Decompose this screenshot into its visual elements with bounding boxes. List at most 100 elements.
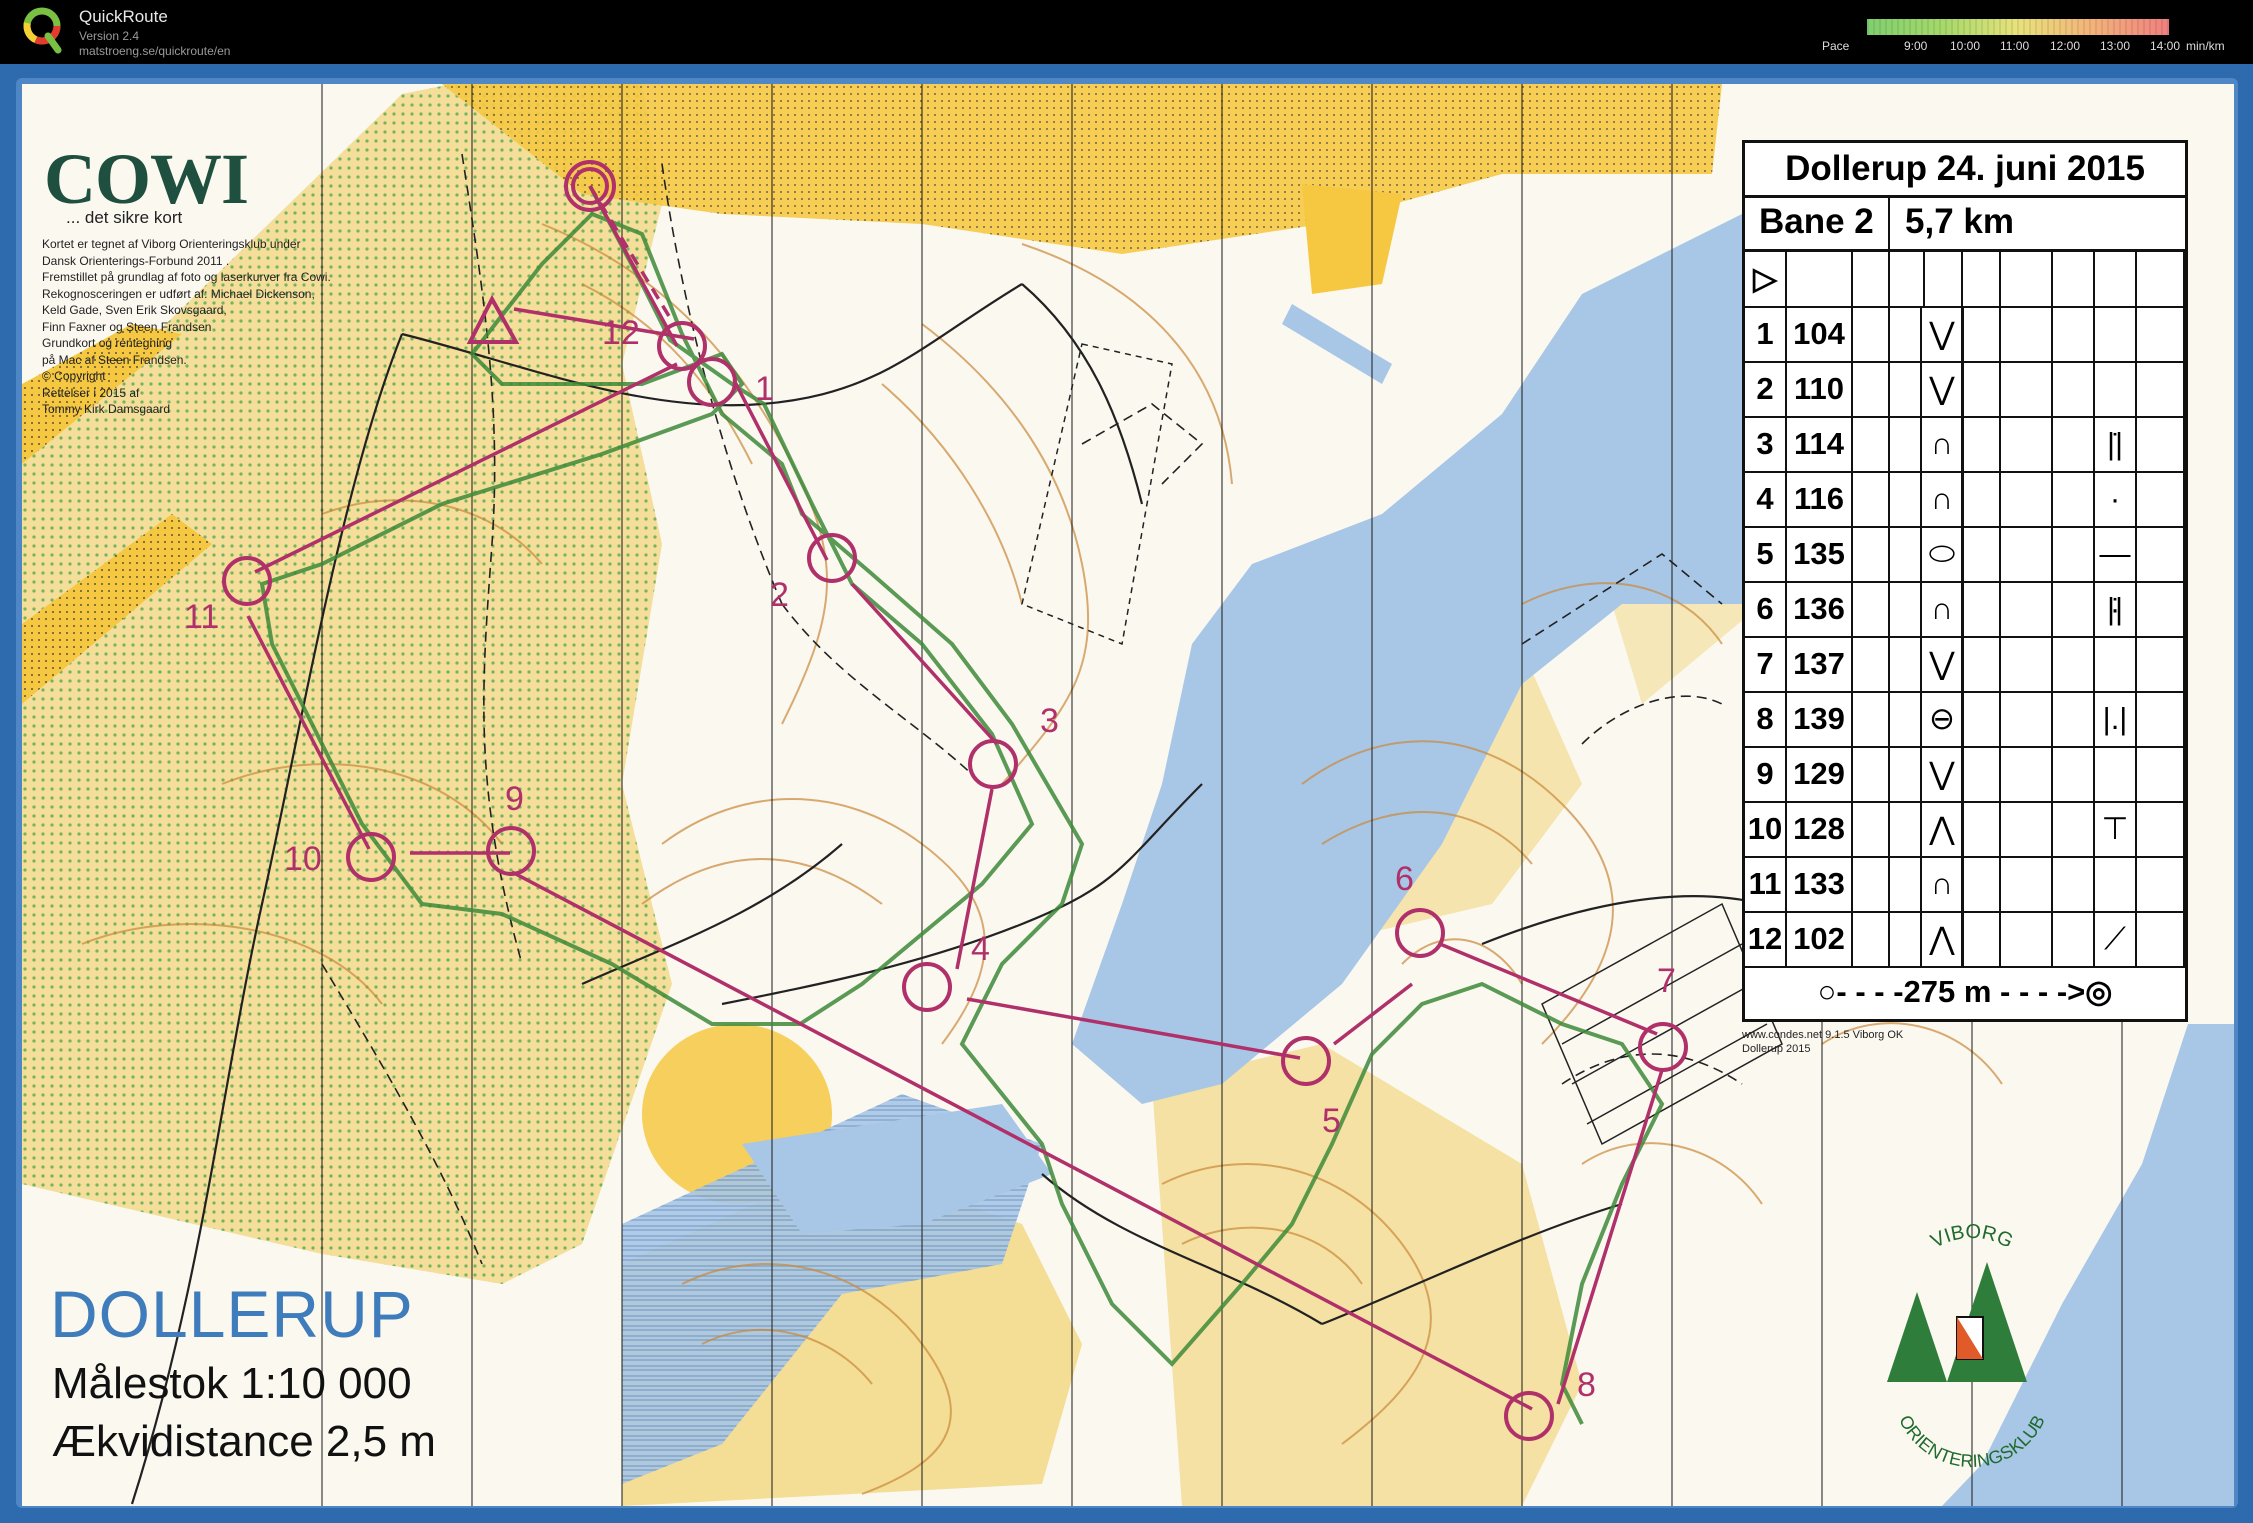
description-cell	[2053, 801, 2095, 856]
description-cell	[1925, 801, 1963, 856]
pace-tick: 9:00	[1904, 39, 1928, 53]
pace-scale-label: Pace	[1822, 39, 1850, 53]
description-cell	[2053, 691, 2095, 746]
control-code: 139	[1787, 691, 1853, 746]
description-cell	[1853, 471, 1890, 526]
description-cell	[1925, 636, 1963, 691]
control-order: 11	[1745, 856, 1787, 911]
detail-symbol-icon	[2095, 526, 2137, 581]
control-number: 4	[971, 930, 990, 968]
start-row: ▷	[1745, 251, 2185, 308]
description-cell	[2053, 251, 2095, 306]
pace-unit: min/km	[2186, 39, 2225, 53]
detail-symbol-icon: ·—·	[2095, 471, 2137, 626]
description-cell	[2001, 416, 2053, 471]
description-cell	[1925, 306, 1963, 361]
control-order: 3	[1745, 416, 1787, 471]
description-cell	[2053, 526, 2095, 581]
control-number: 12	[602, 314, 640, 352]
description-cell	[2137, 306, 2185, 361]
detail-symbol-icon	[2095, 306, 2137, 361]
description-cell	[1853, 801, 1890, 856]
description-cell	[1853, 856, 1890, 911]
description-cell	[1925, 416, 1963, 471]
description-cell	[2137, 361, 2185, 416]
pace-tick: 13:00	[2100, 39, 2131, 53]
pace-tick: 12:00	[2050, 39, 2081, 53]
control-code: 128	[1787, 801, 1853, 856]
description-cell	[2137, 471, 2185, 526]
control-row: 8 139 ⊖ |.|	[1745, 691, 2185, 748]
description-cell	[2053, 636, 2095, 691]
description-cell	[1853, 306, 1890, 361]
course-name: Bane 2	[1759, 202, 1874, 241]
description-cell	[2001, 361, 2053, 416]
description-cell	[1925, 526, 1963, 581]
control-order: 2	[1745, 361, 1787, 416]
description-cell	[1963, 911, 2001, 966]
start-symbol-icon: ▷	[1745, 251, 1787, 306]
control-order: 12	[1745, 911, 1787, 966]
description-cell	[2001, 801, 2053, 856]
description-cell	[2095, 251, 2137, 306]
description-cell	[1963, 801, 2001, 856]
control-row: 11 133 ∩	[1745, 856, 2185, 913]
description-cell	[2137, 801, 2185, 856]
club-name-top: VIBORG	[1927, 1222, 2016, 1253]
control-description-sheet: Dollerup 24. juni 2015 Bane 2 5,7 km ▷ 1 1…	[1742, 140, 2188, 1022]
cowi-tagline: ... det sikre kort	[66, 208, 183, 227]
description-cell	[1853, 416, 1890, 471]
description-cell	[1925, 361, 1963, 416]
description-cell	[2053, 856, 2095, 911]
finish-line-info: ○- - - -275 m - - - ->◎	[1817, 974, 2113, 1009]
tree-icon	[1887, 1292, 1947, 1382]
description-cell	[1853, 581, 1890, 636]
control-code: 133	[1787, 856, 1853, 911]
description-cell	[2053, 911, 2095, 966]
description-cell	[1853, 251, 1890, 306]
app-url[interactable]: matstroeng.se/quickroute/en	[79, 44, 230, 58]
detail-symbol-icon	[2095, 746, 2137, 801]
title-bar: QuickRoute Version 2.4 matstroeng.se/qui…	[0, 0, 2253, 64]
control-number: 11	[184, 598, 219, 636]
detail-symbol-icon: |̇|	[2095, 416, 2137, 471]
control-number: 9	[505, 780, 524, 818]
description-cell	[2001, 581, 2053, 636]
description-cell	[2053, 746, 2095, 801]
description-cell	[2001, 746, 2053, 801]
pace-tick: 10:00	[1950, 39, 1981, 53]
description-cell	[2053, 416, 2095, 471]
description-cell	[1853, 746, 1890, 801]
detail-symbol-icon	[2095, 636, 2137, 691]
description-cell	[2001, 691, 2053, 746]
description-cell	[1853, 691, 1890, 746]
map-credits: Kortet er tegnet af Viborg Orienteringsk…	[42, 237, 331, 416]
map-source-note: www.condes.net 9.1.5 Viborg OK Dollerup …	[1742, 1028, 1903, 1056]
control-number: 6	[1395, 860, 1414, 898]
control-code: 110	[1787, 361, 1853, 416]
map-scale: Målestok 1:10 000	[52, 1359, 412, 1408]
viborg-club-logo: VIBORG ORIENTERINGSKLUB	[1887, 1222, 2049, 1471]
control-number: 10	[284, 840, 322, 878]
description-cell	[1925, 911, 1963, 966]
description-cell	[1963, 856, 2001, 911]
pace-tick: 11:00	[2000, 39, 2030, 53]
club-name-bottom: ORIENTERINGSKLUB	[1895, 1412, 2049, 1471]
detail-symbol-icon: |̇|	[2095, 581, 2137, 636]
description-cell	[1963, 361, 2001, 416]
control-code: 135	[1787, 526, 1853, 581]
source-note-line: Dollerup 2015	[1742, 1043, 1811, 1055]
description-cell	[2137, 526, 2185, 581]
description-cell	[2053, 361, 2095, 416]
pace-color-bar	[1867, 19, 2169, 35]
orienteering-map[interactable]: 1 2 3 4 5 6 7 8 9 10 11 12 COWI ... det …	[22, 84, 2234, 1506]
control-code: 136	[1787, 581, 1853, 636]
description-cell	[2001, 636, 2053, 691]
control-code: 102	[1787, 911, 1853, 966]
course-header: Bane 2 5,7 km	[1745, 195, 2185, 252]
description-cell	[2053, 306, 2095, 361]
description-cell	[1963, 306, 2001, 361]
description-cell	[1925, 251, 1963, 306]
control-number: 3	[1040, 702, 1059, 740]
description-cell	[1853, 361, 1890, 416]
